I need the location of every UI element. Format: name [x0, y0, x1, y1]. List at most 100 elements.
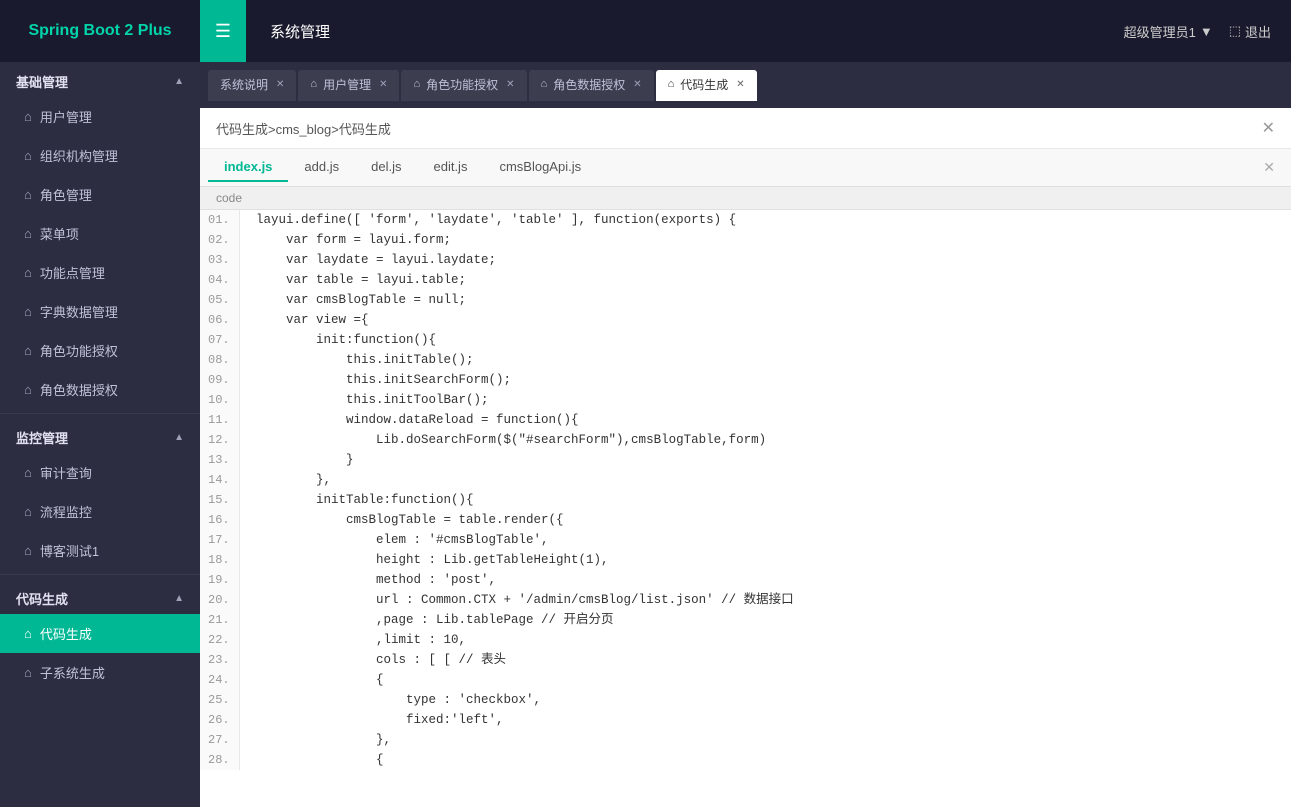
sidebar-item-audit[interactable]: ⌂ 审计查询	[0, 453, 200, 492]
code-line: 05. var cmsBlogTable = null;	[200, 290, 1291, 310]
code-line: 25. type : 'checkbox',	[200, 690, 1291, 710]
tab-codegen-icon: ⌂	[668, 78, 675, 90]
sidebar-item-codegen-label: 代码生成	[40, 624, 92, 643]
sidebar-item-role-data-auth[interactable]: ⌂ 角色数据授权	[0, 370, 200, 409]
home-icon-10: ⌂	[24, 504, 32, 519]
code-line: 02. var form = layui.form;	[200, 230, 1291, 250]
file-tabs-close-button[interactable]: ✕	[1255, 159, 1283, 176]
line-code: initTable:function(){	[240, 490, 474, 510]
header: Spring Boot 2 Plus ☰ 系统管理 超级管理员1 ▼ ⬚ 退出	[0, 0, 1291, 62]
line-number: 27.	[200, 730, 240, 750]
code-line: 10. this.initToolBar();	[200, 390, 1291, 410]
sidebar-item-role-func-auth[interactable]: ⌂ 角色功能授权	[0, 331, 200, 370]
sidebar-item-role-data-label: 角色数据授权	[40, 380, 118, 399]
code-line: 26. fixed:'left',	[200, 710, 1291, 730]
line-number: 10.	[200, 390, 240, 410]
sidebar-item-user-management-label: 用户管理	[40, 107, 92, 126]
code-line: 21. ,page : Lib.tablePage // 开启分页	[200, 610, 1291, 630]
breadcrumb-bar: 代码生成>cms_blog>代码生成 ✕	[200, 108, 1291, 149]
tab-user-close[interactable]: ✕	[379, 79, 387, 90]
sidebar-item-blog-test[interactable]: ⌂ 博客测试1	[0, 531, 200, 570]
line-number: 16.	[200, 510, 240, 530]
line-code: {	[240, 750, 384, 770]
sidebar-item-menu[interactable]: ⌂ 菜单项	[0, 214, 200, 253]
line-number: 17.	[200, 530, 240, 550]
user-dropdown[interactable]: 超级管理员1 ▼	[1124, 22, 1213, 41]
sidebar-group-codegen-label: 代码生成	[16, 589, 68, 608]
line-code: {	[240, 670, 384, 690]
user-arrow-icon: ▼	[1200, 24, 1213, 39]
line-code: ,limit : 10,	[240, 630, 466, 650]
tab-role-func-label: 角色功能授权	[426, 76, 498, 93]
logout-label: 退出	[1245, 22, 1271, 41]
file-tabs: index.js add.js del.js edit.js cmsBlogAp…	[200, 149, 1291, 187]
sidebar-item-codegen[interactable]: ⌂ 代码生成	[0, 614, 200, 653]
tab-codegen[interactable]: ⌂ 代码生成 ✕	[656, 70, 757, 101]
line-code: this.initSearchForm();	[240, 370, 511, 390]
tab-role-func-auth[interactable]: ⌂ 角色功能授权 ✕	[401, 70, 526, 101]
tab-system-intro-close[interactable]: ✕	[276, 79, 284, 90]
sidebar-group-monitor[interactable]: 监控管理 ▲	[0, 418, 200, 453]
line-code: Lib.doSearchForm($("#searchForm"),cmsBlo…	[240, 430, 766, 450]
line-number: 01.	[200, 210, 240, 230]
line-number: 20.	[200, 590, 240, 610]
tab-system-intro-label: 系统说明	[220, 76, 268, 93]
logout-button[interactable]: ⬚ 退出	[1229, 22, 1271, 41]
file-tab-add-label: add.js	[304, 159, 339, 174]
home-icon-5: ⌂	[24, 265, 32, 280]
line-code: type : 'checkbox',	[240, 690, 541, 710]
sidebar-group-codegen-arrow: ▲	[174, 593, 184, 604]
file-tab-add[interactable]: add.js	[288, 153, 355, 182]
system-title: 系统管理	[246, 21, 354, 42]
menu-toggle-button[interactable]: ☰	[200, 0, 246, 62]
code-line: 09. this.initSearchForm();	[200, 370, 1291, 390]
code-line: 20. url : Common.CTX + '/admin/cmsBlog/l…	[200, 590, 1291, 610]
line-code: height : Lib.getTableHeight(1),	[240, 550, 609, 570]
line-code: cmsBlogTable = table.render({	[240, 510, 564, 530]
file-tab-edit[interactable]: edit.js	[417, 153, 483, 182]
tab-user-management[interactable]: ⌂ 用户管理 ✕	[298, 70, 399, 101]
line-number: 08.	[200, 350, 240, 370]
code-line: 07. init:function(){	[200, 330, 1291, 350]
sidebar-item-org-management[interactable]: ⌂ 组织机构管理	[0, 136, 200, 175]
tab-role-data-auth[interactable]: ⌂ 角色数据授权 ✕	[529, 70, 654, 101]
line-code: this.initTable();	[240, 350, 474, 370]
code-line: 18. height : Lib.getTableHeight(1),	[200, 550, 1291, 570]
sidebar-item-flow[interactable]: ⌂ 流程监控	[0, 492, 200, 531]
line-number: 25.	[200, 690, 240, 710]
line-number: 04.	[200, 270, 240, 290]
tab-codegen-label: 代码生成	[680, 76, 728, 93]
sidebar-item-flow-label: 流程监控	[40, 502, 92, 521]
sidebar-item-role-management[interactable]: ⌂ 角色管理	[0, 175, 200, 214]
line-number: 15.	[200, 490, 240, 510]
sidebar-item-audit-label: 审计查询	[40, 463, 92, 482]
line-code: fixed:'left',	[240, 710, 504, 730]
code-line: 03. var laydate = layui.laydate;	[200, 250, 1291, 270]
home-icon-9: ⌂	[24, 465, 32, 480]
sidebar-group-basic[interactable]: 基础管理 ▲	[0, 62, 200, 97]
tab-codegen-close[interactable]: ✕	[736, 79, 744, 90]
line-code: }	[240, 450, 354, 470]
file-tab-del-label: del.js	[371, 159, 401, 174]
sidebar-group-codegen[interactable]: 代码生成 ▲	[0, 579, 200, 614]
app-logo: Spring Boot 2 Plus	[0, 22, 200, 40]
line-number: 05.	[200, 290, 240, 310]
line-code: },	[240, 730, 391, 750]
tab-role-data-close[interactable]: ✕	[633, 79, 641, 90]
tab-system-intro[interactable]: 系统说明 ✕	[208, 70, 296, 101]
sidebar-item-dict[interactable]: ⌂ 字典数据管理	[0, 292, 200, 331]
breadcrumb-close-button[interactable]: ✕	[1262, 118, 1275, 138]
file-tab-del[interactable]: del.js	[355, 153, 417, 182]
line-code: elem : '#cmsBlogTable',	[240, 530, 549, 550]
tab-role-func-close[interactable]: ✕	[506, 79, 514, 90]
code-container[interactable]: 01.layui.define([ 'form', 'laydate', 'ta…	[200, 210, 1291, 807]
code-line: 23. cols : [ [ // 表头	[200, 650, 1291, 670]
file-tab-index[interactable]: index.js	[208, 153, 288, 182]
sidebar-item-user-management[interactable]: ⌂ 用户管理	[0, 97, 200, 136]
line-code: url : Common.CTX + '/admin/cmsBlog/list.…	[240, 590, 794, 610]
sidebar-item-function[interactable]: ⌂ 功能点管理	[0, 253, 200, 292]
line-number: 22.	[200, 630, 240, 650]
sidebar-item-subsystem-gen[interactable]: ⌂ 子系统生成	[0, 653, 200, 692]
file-tab-api[interactable]: cmsBlogApi.js	[483, 153, 597, 182]
code-line: 16. cmsBlogTable = table.render({	[200, 510, 1291, 530]
